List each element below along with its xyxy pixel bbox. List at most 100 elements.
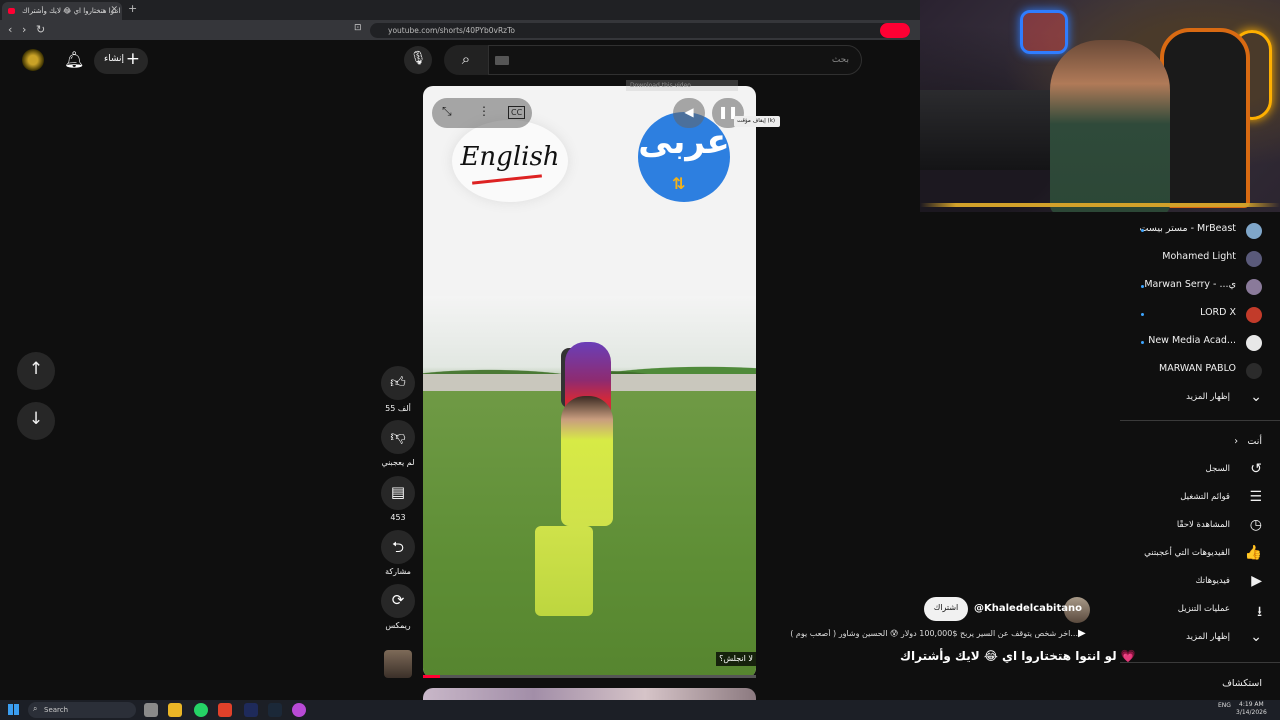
subscription-item[interactable]: Mohamed Light (1136, 247, 1266, 271)
create-button[interactable]: إنشاء + (94, 48, 148, 74)
subscription-avatar (1246, 279, 1262, 295)
you-item[interactable]: ⌄ إظهار المزيد (1150, 626, 1266, 652)
subscription-item[interactable]: مستر بيست - MrBeast (1136, 219, 1266, 243)
like-icon: 👍 (1244, 545, 1262, 561)
url-text: youtube.com/shorts/40PYb0vRzTo (388, 26, 515, 35)
video-figure-front (561, 396, 613, 526)
share-icon: ⮌ (391, 538, 404, 556)
comment-icon: ▤ (390, 483, 406, 501)
task-view-icon[interactable] (144, 703, 158, 717)
you-section-header[interactable]: أنت › (1150, 430, 1266, 456)
windows-start-icon[interactable] (8, 704, 19, 715)
you-item[interactable]: ⭳ عمليات التنزيل (1150, 598, 1266, 624)
clock-date: 3/14/2026 (1236, 709, 1267, 716)
new-tab-button[interactable]: + (128, 2, 137, 15)
sidebar-divider-2 (1120, 662, 1280, 663)
remix-button[interactable]: ⟳ (381, 584, 415, 618)
like-count: 55 ألف (385, 404, 411, 413)
system-clock[interactable]: 4:19 AM 3/14/2026 (1236, 701, 1267, 717)
subscription-item[interactable]: Marwan Serry - ...ي (1136, 275, 1266, 299)
subscription-name: MARWAN PABLO (1159, 363, 1236, 374)
previous-short-button[interactable]: ↑ (17, 352, 55, 390)
forward-icon[interactable]: › (22, 23, 26, 36)
short-title: لو انتوا هتختاروا اي 😂 لايك وأشتراك 💗 (900, 649, 1136, 663)
player-left-controls: ⤡ ⋮ CC (432, 98, 532, 128)
extension-chip[interactable] (880, 23, 910, 38)
remix-icon: ⟳ (391, 591, 405, 609)
share-button[interactable]: ⮌ (381, 530, 415, 564)
chevron-down-icon: ⌄ (1250, 629, 1262, 645)
channel-avatar[interactable] (22, 49, 44, 71)
pause-tooltip: إيقاف مؤقت (k) (734, 116, 780, 127)
related-video-link[interactable]: اخر شخص يتوقف عن السير يربح $100,000 دول… (788, 629, 1078, 638)
video-progress-bar[interactable] (423, 675, 756, 678)
webcam-gaming-chair (1160, 28, 1250, 208)
browser-icon[interactable] (218, 703, 232, 717)
photoshop-icon[interactable] (244, 703, 258, 717)
browser-tab[interactable]: لو انتوا هتختاروا اي 😂 لايك وأشتراك ✕ (2, 2, 122, 20)
subscription-avatar (1246, 335, 1262, 351)
webcam-desk (920, 90, 1060, 170)
whatsapp-icon[interactable] (194, 703, 208, 717)
english-card-text: English (460, 142, 560, 172)
search-button[interactable]: ⌕ (444, 45, 488, 75)
you-item-label: المشاهدة لاحقًا (1176, 520, 1230, 530)
related-video-play-icon[interactable]: ▶ (1078, 628, 1086, 639)
you-item[interactable]: ◷ المشاهدة لاحقًا (1150, 514, 1266, 540)
url-field[interactable]: youtube.com/shorts/40PYb0vRzTo (370, 23, 910, 38)
file-explorer-icon[interactable] (168, 703, 182, 717)
download-hint[interactable]: Download this video (626, 80, 738, 91)
you-item[interactable]: ☰ قوائم التشغيل (1150, 486, 1266, 512)
bookmark-icon[interactable]: ⊡ (354, 23, 362, 33)
fullscreen-icon[interactable]: ⤡ (442, 104, 452, 119)
voice-search-mic-icon[interactable]: 🎙︎ (404, 46, 432, 74)
swap-arrows-icon: ⇅ (672, 174, 686, 193)
dislike-button[interactable]: 👎︎ (381, 420, 415, 454)
subscribe-button[interactable]: اشتراك (924, 597, 968, 621)
webcam-frame-bar (920, 203, 1280, 207)
share-label: مشاركة (385, 567, 411, 576)
close-tab-icon[interactable]: ✕ (110, 5, 118, 15)
thumbs-up-icon: 👍︎ (390, 373, 406, 391)
new-content-dot (1141, 229, 1144, 232)
video-caption-tag: لا انجلش؟ (716, 652, 756, 666)
dislike-label: لم يعجبني (381, 458, 415, 467)
steam-icon[interactable] (268, 703, 282, 717)
new-content-dot (1141, 313, 1144, 316)
taskbar-search-label: Search (44, 706, 69, 714)
subscription-item[interactable]: New Media Acad... (1136, 331, 1266, 355)
you-item-label: فيديوهاتك (1195, 576, 1230, 586)
like-button[interactable]: 👍︎ (381, 366, 415, 400)
english-card: English (452, 120, 568, 202)
next-short-button[interactable]: ↓ (17, 402, 55, 440)
audio-source-thumbnail[interactable] (384, 650, 412, 678)
subscription-name: Marwan Serry - ...ي (1144, 279, 1236, 290)
back-icon[interactable]: ‹ (8, 23, 12, 36)
notifications-bell-icon[interactable]: 🔔︎ (64, 50, 84, 69)
arabic-card-text: عربى (638, 122, 730, 162)
taskbar-search[interactable]: ⌕ Search (28, 702, 136, 718)
search-input[interactable]: بحث (488, 45, 862, 75)
history-icon: ↺ (1250, 461, 1262, 477)
comment-count: 453 (390, 513, 406, 522)
subscription-item[interactable]: MARWAN PABLO (1136, 359, 1266, 383)
keyboard-icon[interactable] (495, 56, 509, 65)
subscriptions-show-more[interactable]: ⌄ إظهار المزيد (1150, 386, 1266, 412)
more-options-icon[interactable]: ⋮ (478, 104, 490, 118)
language-indicator[interactable]: ENG (1218, 702, 1231, 709)
remix-label: ريمكس (385, 621, 411, 630)
volume-icon[interactable]: ◀︎ (673, 98, 705, 128)
subscription-name: Mohamed Light (1162, 251, 1236, 262)
reload-icon[interactable]: ↻ (36, 23, 45, 36)
create-label: إنشاء (104, 54, 125, 64)
you-item[interactable]: 👍 الفيديوهات التي أعجبتني (1144, 542, 1266, 568)
chevron-right-icon: › (1234, 436, 1238, 447)
captions-cc-icon[interactable]: CC (508, 106, 526, 119)
you-item-label: عمليات التنزيل (1177, 604, 1230, 614)
subscription-item[interactable]: LORD X (1136, 303, 1266, 327)
comments-button[interactable]: ▤ (381, 476, 415, 510)
you-item[interactable]: ↺ السجل (1150, 458, 1266, 484)
creator-handle[interactable]: @Khaledelcabitano (974, 603, 1082, 614)
app-icon[interactable] (292, 703, 306, 717)
you-item[interactable]: ▶ فيديوهاتك (1150, 570, 1266, 596)
